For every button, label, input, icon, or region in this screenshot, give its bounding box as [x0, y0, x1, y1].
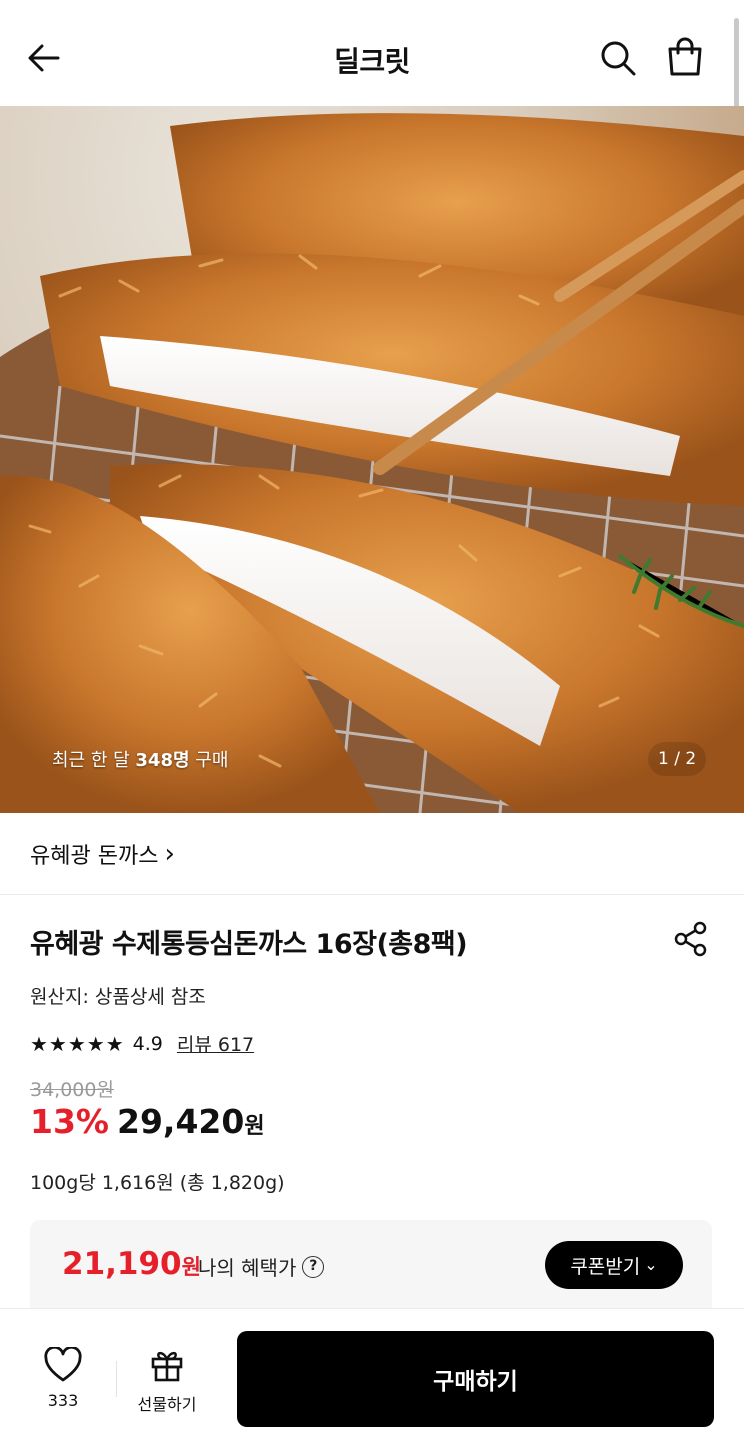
- top-app-bar: 딜크릿: [0, 0, 744, 128]
- recent-purchase-stat: 최근 한 달 348명 구매: [52, 746, 228, 772]
- like-count: 333: [47, 1391, 79, 1410]
- heart-icon: [44, 1345, 82, 1382]
- origin-info: 원산지: 상품상세 참조: [30, 986, 206, 1008]
- stat-prefix: 최근 한 달: [52, 750, 136, 771]
- product-title: 유혜광 수제통등심돈까스 16장(총8팩): [30, 929, 468, 960]
- price-row: 13% 29,420원: [30, 1102, 265, 1141]
- shopping-bag-icon[interactable]: [664, 36, 706, 78]
- coupon-label: 쿠폰받기: [570, 1255, 641, 1278]
- discount-rate: 13%: [30, 1102, 109, 1141]
- product-photo: [0, 113, 744, 813]
- gift-label: 선물하기: [137, 1395, 197, 1414]
- image-pager: 1 / 2: [648, 742, 707, 776]
- like-button[interactable]: 333: [28, 1345, 98, 1410]
- review-link[interactable]: 리뷰 617: [177, 1030, 254, 1057]
- benefit-price-value: 21,190: [62, 1246, 182, 1282]
- gift-button[interactable]: 선물하기: [130, 1347, 204, 1415]
- bottom-action-bar: 333 선물하기 구매하기: [0, 1308, 744, 1440]
- share-icon[interactable]: [672, 920, 710, 958]
- help-icon[interactable]: ?: [302, 1255, 325, 1278]
- sale-price: 29,420원: [117, 1102, 265, 1141]
- gift-icon: [151, 1351, 183, 1382]
- chevron-right-icon: ›: [164, 839, 175, 869]
- search-icon[interactable]: [598, 38, 638, 78]
- product-image-carousel[interactable]: 최근 한 달 348명 구매 1 / 2: [0, 106, 744, 813]
- section-divider: [0, 894, 744, 895]
- brand-link[interactable]: 유혜광 돈까스 ›: [30, 838, 175, 870]
- original-price: 34,000원: [30, 1079, 114, 1101]
- benefit-label: 나의 혜택가 ?: [198, 1252, 325, 1281]
- bottom-divider: [116, 1361, 117, 1397]
- sale-price-value: 29,420: [117, 1102, 245, 1141]
- chevron-down-icon: ⌄: [644, 1255, 658, 1274]
- sale-price-unit: 원: [244, 1114, 265, 1139]
- rating-row: ★★★★★ 4.9 리뷰 617: [30, 1030, 254, 1057]
- unit-price: 100g당 1,616원 (총 1,820g): [30, 1172, 285, 1194]
- coupon-button[interactable]: 쿠폰받기 ⌄: [545, 1241, 683, 1289]
- buy-button[interactable]: 구매하기: [237, 1331, 714, 1427]
- stat-suffix: 구매: [189, 750, 229, 771]
- brand-name: 유혜광 돈까스: [30, 844, 159, 869]
- benefit-box: 21,190원 나의 혜택가 ? 쿠폰받기 ⌄: [30, 1220, 712, 1310]
- benefit-label-text: 나의 혜택가: [198, 1256, 297, 1280]
- benefit-price: 21,190원: [62, 1246, 201, 1282]
- stat-count: 348명: [135, 750, 190, 771]
- star-rating-icon: ★★★★★: [30, 1031, 125, 1056]
- rating-score: 4.9: [132, 1032, 163, 1055]
